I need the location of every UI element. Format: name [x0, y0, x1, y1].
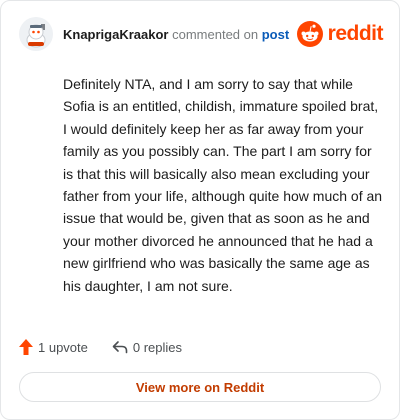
comment-actions: 1 upvote 0 replies — [19, 339, 182, 355]
comment-author[interactable]: KnaprigaKraakor — [63, 27, 168, 42]
post-link[interactable]: post — [262, 27, 289, 42]
reply-count: 0 replies — [132, 339, 183, 355]
reddit-logo-icon — [296, 21, 323, 47]
upvote-count: 1 upvote — [38, 339, 88, 355]
commented-on-text: commented on — [172, 27, 259, 42]
reddit-brand[interactable]: reddit — [296, 21, 384, 47]
replies-button[interactable]: 0 replies — [112, 340, 182, 355]
view-more-on-reddit-button[interactable]: View more on Reddit — [19, 372, 381, 402]
reddit-wordmark: reddit — [327, 22, 384, 45]
comment-header: KnaprigaKraakor commented on post — [63, 27, 289, 42]
reddit-comment-embed: KnaprigaKraakor commented on post reddit… — [0, 0, 400, 420]
upvote-button[interactable]: 1 upvote — [19, 339, 88, 355]
reply-icon — [112, 341, 128, 354]
snoo-avatar-icon — [19, 17, 53, 51]
author-avatar[interactable] — [19, 17, 53, 51]
upvote-arrow-icon — [19, 339, 33, 355]
comment-body: Definitely NTA, and I am sorry to say th… — [63, 76, 383, 294]
